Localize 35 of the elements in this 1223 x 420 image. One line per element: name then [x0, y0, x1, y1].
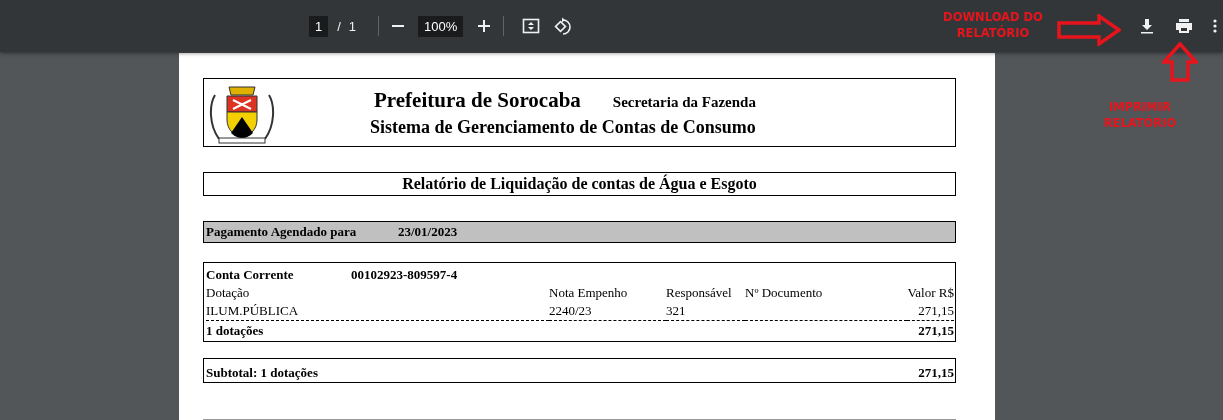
- table-cell: 271,15: [918, 303, 954, 318]
- total-value: 271,15: [918, 322, 954, 340]
- column-header: Valor R$: [907, 284, 954, 302]
- account-label: Conta Corrente: [206, 266, 294, 284]
- account-number: 00102923-809597-4: [351, 266, 459, 284]
- subtotal-value: 271,15: [918, 365, 954, 381]
- print-icon[interactable]: [1175, 18, 1193, 34]
- payment-date: 23/01/2023: [398, 224, 458, 240]
- column-header: Responsável: [666, 284, 733, 302]
- rotate-icon[interactable]: [554, 17, 573, 35]
- page-separator: /: [337, 18, 341, 34]
- column-header: Dotação: [206, 284, 251, 302]
- department-name: Secretaria da Fazenda: [612, 93, 756, 111]
- organization-title: Prefeitura de Sorocaba: [374, 87, 581, 113]
- zoom-in-icon[interactable]: [477, 19, 492, 33]
- right-arrow: [1057, 14, 1121, 46]
- table-cell: 321: [666, 303, 686, 318]
- download-icon[interactable]: [1139, 18, 1155, 34]
- total-label: 1 dotações: [206, 322, 264, 340]
- fit-page-icon[interactable]: [522, 17, 541, 35]
- system-name: Sistema de Gerenciamento de Contas de Consumo: [370, 116, 756, 138]
- page-number-field[interactable]: 1: [309, 15, 329, 37]
- report-title: Relatório de Liquidação de contas de Água e Esgoto: [203, 172, 956, 196]
- subtotal-label: Subtotal: 1 dotações: [206, 365, 318, 381]
- page-count: 1: [348, 18, 357, 34]
- column-header: Nota Empenho: [549, 284, 629, 302]
- annotation-text: IMPRIMIR RELATÓRIO: [1102, 99, 1178, 131]
- payment-label: Pagamento Agendado para: [206, 224, 358, 240]
- up-arrow: [1162, 42, 1198, 82]
- more-options-icon[interactable]: [1213, 18, 1217, 34]
- annotation-text: DOWNLOAD DO RELATÓRIO: [942, 9, 1044, 41]
- table-cell: 2240/23: [549, 303, 592, 318]
- zoom-field[interactable]: 100%: [418, 15, 464, 37]
- column-header: Nº Documento: [745, 284, 824, 302]
- table-cell: ILUM.PÚBLICA: [206, 303, 299, 318]
